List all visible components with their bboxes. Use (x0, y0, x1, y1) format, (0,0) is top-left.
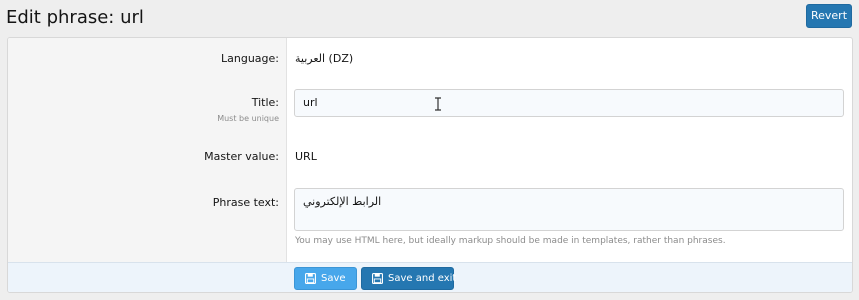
title-input[interactable]: url (294, 89, 844, 117)
phrase-text-input[interactable]: الرابط الإلكتروني (294, 188, 844, 231)
form-submit-row: Save Save and exit (8, 262, 852, 292)
edit-phrase-form: Language: العربية (DZ) Title: Must be un… (7, 37, 853, 293)
text-cursor-icon (435, 97, 441, 111)
master-value-label: Master value: (204, 150, 279, 163)
page-title: Edit phrase: url (6, 7, 144, 28)
language-label: Language: (221, 52, 279, 65)
master-value: URL (295, 150, 317, 163)
edit-phrase-page: Edit phrase: url Revert Language: العربي… (0, 0, 859, 300)
save-button-label: Save (321, 273, 346, 284)
revert-button[interactable]: Revert (806, 4, 852, 28)
language-value: العربية (DZ) (295, 52, 354, 65)
save-and-exit-button-label: Save and exit (388, 273, 457, 284)
title-hint: Must be unique (217, 114, 279, 123)
floppy-disk-icon (372, 273, 383, 284)
save-and-exit-button[interactable]: Save and exit (361, 267, 457, 290)
phrase-text-label: Phrase text: (212, 196, 279, 209)
title-label: Title: (251, 96, 279, 109)
save-button[interactable]: Save (294, 267, 357, 290)
floppy-disk-icon (305, 273, 316, 284)
phrase-text-explain: You may use HTML here, but ideally marku… (295, 236, 726, 246)
